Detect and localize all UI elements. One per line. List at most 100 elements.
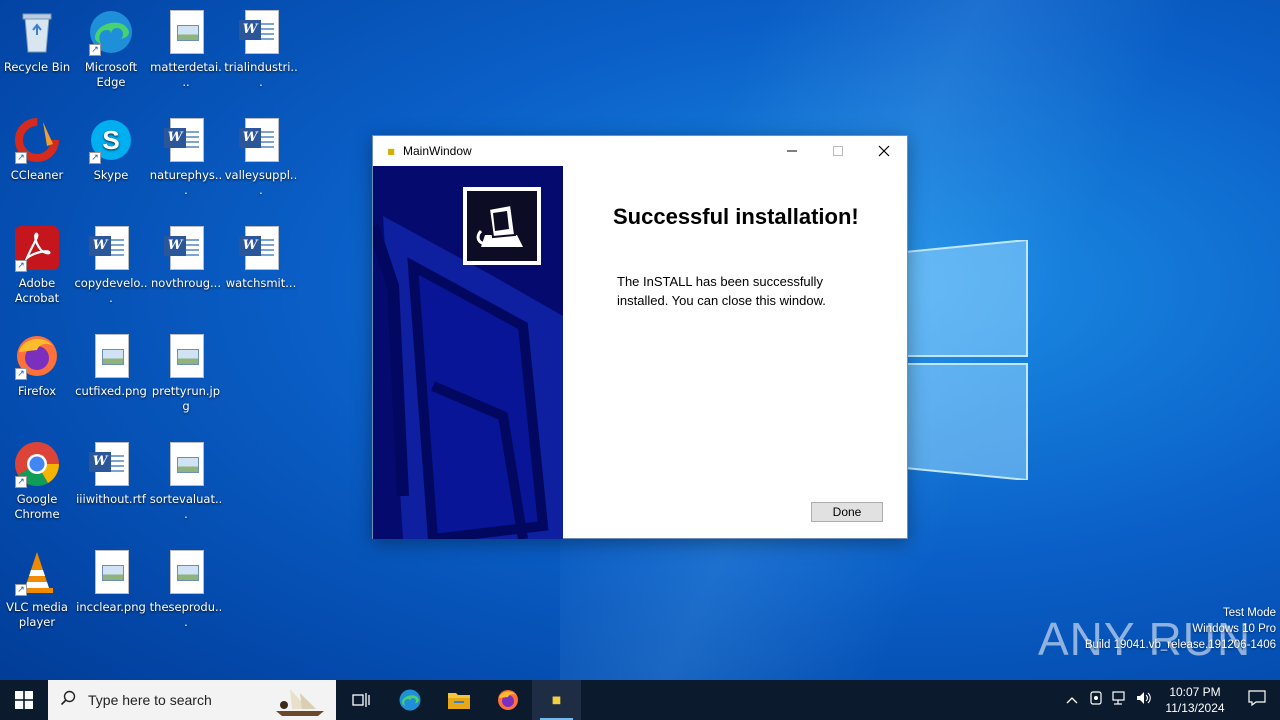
recycle-bin-icon: [13, 8, 61, 56]
desktop-icon-label: iiiwithout.rtf: [76, 492, 146, 506]
desktop-icon-file[interactable]: W novthroug...: [149, 224, 223, 291]
desktop-icon-label: watchsmit...: [225, 276, 297, 290]
desktop-icon-file[interactable]: sortevaluat...: [149, 440, 223, 522]
desktop-icon-label: theseprodu...: [149, 600, 223, 629]
taskbar-search-box[interactable]: Type here to search: [48, 680, 336, 720]
desktop-icon-file[interactable]: W trialindustri...: [224, 8, 298, 90]
desktop-icon-file[interactable]: W iiiwithout.rtf: [74, 440, 148, 507]
desktop-icon-firefox[interactable]: ↗ Firefox: [0, 332, 74, 399]
desktop-icon-ccleaner[interactable]: ↗ CCleaner: [0, 116, 74, 183]
minimize-icon: [787, 150, 797, 152]
desktop-icon-label: Recycle Bin: [3, 60, 71, 74]
installer-app-icon: ■: [551, 694, 562, 706]
desktop-icon-label: sortevaluat...: [149, 492, 223, 521]
app-icon: ■: [387, 146, 395, 156]
task-view-button[interactable]: [336, 680, 385, 720]
success-message: The InSTALL has been successfully instal…: [617, 274, 826, 308]
desktop-icon-file[interactable]: matterdetai...: [149, 8, 223, 90]
desktop-icon-file[interactable]: W naturephys...: [149, 116, 223, 198]
start-button[interactable]: [0, 680, 48, 720]
vlc-icon: ↗: [13, 548, 61, 596]
taskbar-clock[interactable]: 10:07 PM 11/13/2024: [1156, 684, 1234, 716]
edge-icon: [399, 689, 420, 711]
taskbar: Type here to search ■ 10:07 PM 11/13/202…: [0, 680, 1280, 720]
desktop-icon-label: novthroug...: [151, 276, 221, 290]
desktop-icon-file[interactable]: W valleysuppl...: [224, 116, 298, 198]
desktop-icon-file[interactable]: W copydevelo...: [74, 224, 148, 306]
maximize-button[interactable]: [815, 136, 861, 166]
task-view-icon: [351, 693, 370, 707]
system-tray: 10:07 PM 11/13/2024: [1060, 680, 1280, 720]
edition-text: Windows 10 Pro: [1192, 623, 1276, 635]
installer-logo: [463, 187, 541, 265]
word-doc-icon: W: [237, 224, 285, 272]
notification-icon: [1248, 690, 1266, 707]
taskbar-installer-button[interactable]: ■: [532, 680, 581, 720]
maximize-icon: [833, 146, 843, 156]
show-hidden-icons-chevron-icon[interactable]: [1060, 693, 1084, 708]
tray-app-icon[interactable]: [1084, 691, 1108, 709]
firefox-icon: ↗: [13, 332, 61, 380]
edge-icon: ↗: [87, 8, 135, 56]
image-file-icon: [162, 332, 210, 380]
taskbar-file-explorer-button[interactable]: [434, 680, 483, 720]
desktop-icon-microsoft-edge[interactable]: ↗ Microsoft Edge: [74, 8, 148, 90]
image-file-icon: [87, 332, 135, 380]
desktop-icon-adobe-acrobat[interactable]: ↗ Adobe Acrobat: [0, 224, 74, 306]
word-doc-icon: W: [162, 224, 210, 272]
search-placeholder: Type here to search: [88, 692, 212, 708]
build-text: Build 19041.vb_release.191206-1406: [1084, 639, 1276, 651]
desktop-icon-vlc[interactable]: ↗ VLC media player: [0, 548, 74, 630]
desktop-icon-google-chrome[interactable]: ↗ Google Chrome: [0, 440, 74, 522]
desktop-icon-file[interactable]: theseprodu...: [149, 548, 223, 630]
window-titlebar[interactable]: ■ MainWindow: [373, 136, 907, 166]
desktop-icon-label: Google Chrome: [14, 492, 60, 521]
firefox-icon: [497, 690, 518, 710]
desktop-icon-file[interactable]: prettyrun.jpg: [149, 332, 223, 414]
done-button[interactable]: Done: [811, 502, 883, 522]
test-mode-text: Test Mode: [1222, 607, 1276, 619]
word-doc-icon: W: [162, 116, 210, 164]
skype-icon: S ↗: [87, 116, 135, 164]
taskbar-edge-button[interactable]: [385, 680, 434, 720]
windows-wallpaper-logo: [905, 240, 1028, 480]
desktop-icon-label: trialindustri...: [224, 60, 298, 89]
minimize-button[interactable]: [769, 136, 815, 166]
network-icon[interactable]: [1108, 691, 1132, 709]
desktop-icon-label: copydevelo...: [74, 276, 148, 305]
word-doc-icon: W: [87, 440, 135, 488]
desktop-icon-file[interactable]: cutfixed.png: [74, 332, 148, 399]
installer-box-icon: [476, 203, 523, 247]
desktop-icon-label: valleysuppl...: [224, 168, 298, 197]
svg-text:S: S: [102, 125, 119, 155]
word-doc-icon: W: [237, 116, 285, 164]
system-watermark: Test Mode Windows 10 Pro Build 19041.vb_…: [1085, 605, 1276, 653]
image-file-icon: [162, 548, 210, 596]
ccleaner-icon: ↗: [13, 116, 61, 164]
clock-time: 10:07 PM: [1169, 685, 1221, 699]
clock-date: 11/13/2024: [1165, 701, 1225, 715]
desktop-icon-file[interactable]: incclear.png: [74, 548, 148, 615]
desktop-icon-label: Firefox: [17, 384, 57, 398]
desktop-icon-skype[interactable]: S ↗ Skype: [74, 116, 148, 183]
desktop-icon-file[interactable]: W watchsmit...: [224, 224, 298, 291]
installer-window[interactable]: ■ MainWindow Successful installation! Th…: [372, 135, 908, 539]
word-doc-icon: W: [87, 224, 135, 272]
desktop-icon-label: matterdetai...: [150, 60, 222, 89]
window-title: MainWindow: [403, 144, 472, 158]
success-heading: Successful installation!: [613, 204, 859, 229]
desktop-icon-label: CCleaner: [10, 168, 64, 182]
close-icon: [878, 145, 890, 157]
search-icon: [48, 690, 88, 710]
desktop-icon-label: naturephys...: [149, 168, 223, 197]
taskbar-firefox-button[interactable]: [483, 680, 532, 720]
windows-start-icon: [15, 691, 33, 709]
installer-banner: [373, 166, 563, 539]
desktop-icon-label: cutfixed.png: [75, 384, 147, 398]
action-center-button[interactable]: [1234, 690, 1280, 710]
image-file-icon: [87, 548, 135, 596]
volume-icon[interactable]: [1132, 691, 1156, 709]
desktop-icon-recycle-bin[interactable]: Recycle Bin: [0, 8, 74, 75]
word-doc-icon: W: [237, 8, 285, 56]
close-button[interactable]: [861, 136, 907, 166]
